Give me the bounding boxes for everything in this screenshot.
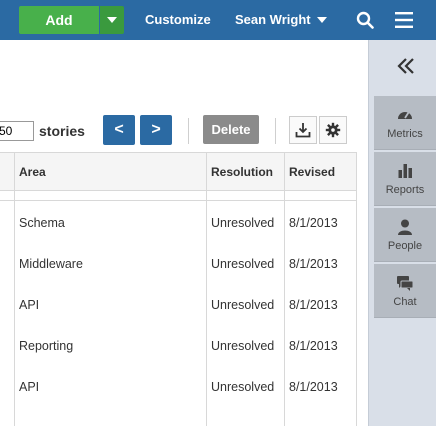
cell-area: API [19, 298, 40, 312]
cell-revised: 8/1/2013 [289, 380, 338, 394]
bar-chart-icon [398, 163, 412, 178]
search-icon[interactable] [356, 11, 374, 29]
table-row[interactable]: API Unresolved 8/1/2013 [0, 285, 357, 326]
table-header-row: Area Resolution Revised [0, 152, 357, 190]
sidebar-item-label: Chat [393, 295, 417, 308]
stories-table: Area Resolution Revised Schema Unresolve… [0, 152, 357, 426]
cell-area: Middleware [19, 257, 83, 271]
column-header-area[interactable]: Area [19, 165, 46, 179]
cell-area: Schema [19, 216, 65, 230]
user-menu[interactable]: Sean Wright [235, 12, 327, 27]
cell-resolution: Unresolved [211, 216, 275, 230]
next-page-button[interactable]: > [140, 115, 172, 145]
cell-area: Reporting [19, 339, 74, 353]
cell-resolution: Unresolved [211, 257, 275, 271]
cell-revised: 8/1/2013 [289, 298, 338, 312]
previous-page-button[interactable]: < [103, 115, 135, 145]
cell-resolution: Unresolved [211, 380, 275, 394]
cell-revised: 8/1/2013 [289, 216, 338, 230]
cell-revised: 8/1/2013 [289, 257, 338, 271]
export-button[interactable] [289, 116, 317, 144]
sidebar-item-people[interactable]: People [374, 208, 436, 262]
cell-resolution: Unresolved [211, 298, 275, 312]
delete-button[interactable]: Delete [203, 115, 259, 144]
column-header-revised[interactable]: Revised [289, 165, 335, 179]
hamburger-menu-icon[interactable] [395, 11, 413, 29]
toolbar-divider [188, 118, 189, 144]
sidebar-item-label: Reports [385, 183, 425, 196]
column-divider [356, 152, 357, 426]
column-divider [14, 152, 15, 426]
cell-resolution: Unresolved [211, 339, 275, 353]
table-row[interactable]: Middleware Unresolved 8/1/2013 [0, 244, 357, 285]
caret-down-icon [107, 17, 117, 23]
cell-revised: 8/1/2013 [289, 339, 338, 353]
settings-button[interactable] [319, 116, 347, 144]
top-nav-bar: Add Customize Sean Wright [0, 0, 436, 40]
cell-area: API [19, 380, 40, 394]
table-border [0, 152, 357, 153]
sidebar-item-metrics[interactable]: Metrics [374, 96, 436, 150]
customize-link[interactable]: Customize [145, 12, 211, 27]
double-chevron-left-icon[interactable] [397, 57, 415, 75]
caret-down-icon [316, 16, 327, 23]
column-divider [206, 152, 207, 426]
table-border [0, 190, 357, 191]
table-border [0, 200, 357, 201]
person-icon [398, 219, 412, 235]
table-row[interactable]: Schema Unresolved 8/1/2013 [0, 203, 357, 244]
add-button[interactable]: Add [19, 6, 99, 34]
chat-icon [397, 275, 414, 291]
page-size-input[interactable] [0, 121, 34, 141]
add-dropdown-button[interactable] [100, 6, 124, 34]
column-header-resolution[interactable]: Resolution [211, 165, 273, 179]
table-row[interactable]: API Unresolved 8/1/2013 [0, 367, 357, 408]
table-row[interactable]: Reporting Unresolved 8/1/2013 [0, 326, 357, 367]
stories-label: stories [39, 123, 85, 139]
sidebar-item-label: Metrics [387, 127, 423, 140]
sidebar-item-reports[interactable]: Reports [374, 152, 436, 206]
user-name: Sean Wright [235, 12, 311, 27]
download-icon [295, 123, 311, 138]
gauge-icon [398, 111, 412, 119]
gear-icon [325, 122, 341, 138]
sidebar-item-label: People [387, 239, 423, 252]
column-divider [284, 152, 285, 426]
toolbar-divider [275, 118, 276, 144]
sidebar-item-chat[interactable]: Chat [374, 264, 436, 318]
